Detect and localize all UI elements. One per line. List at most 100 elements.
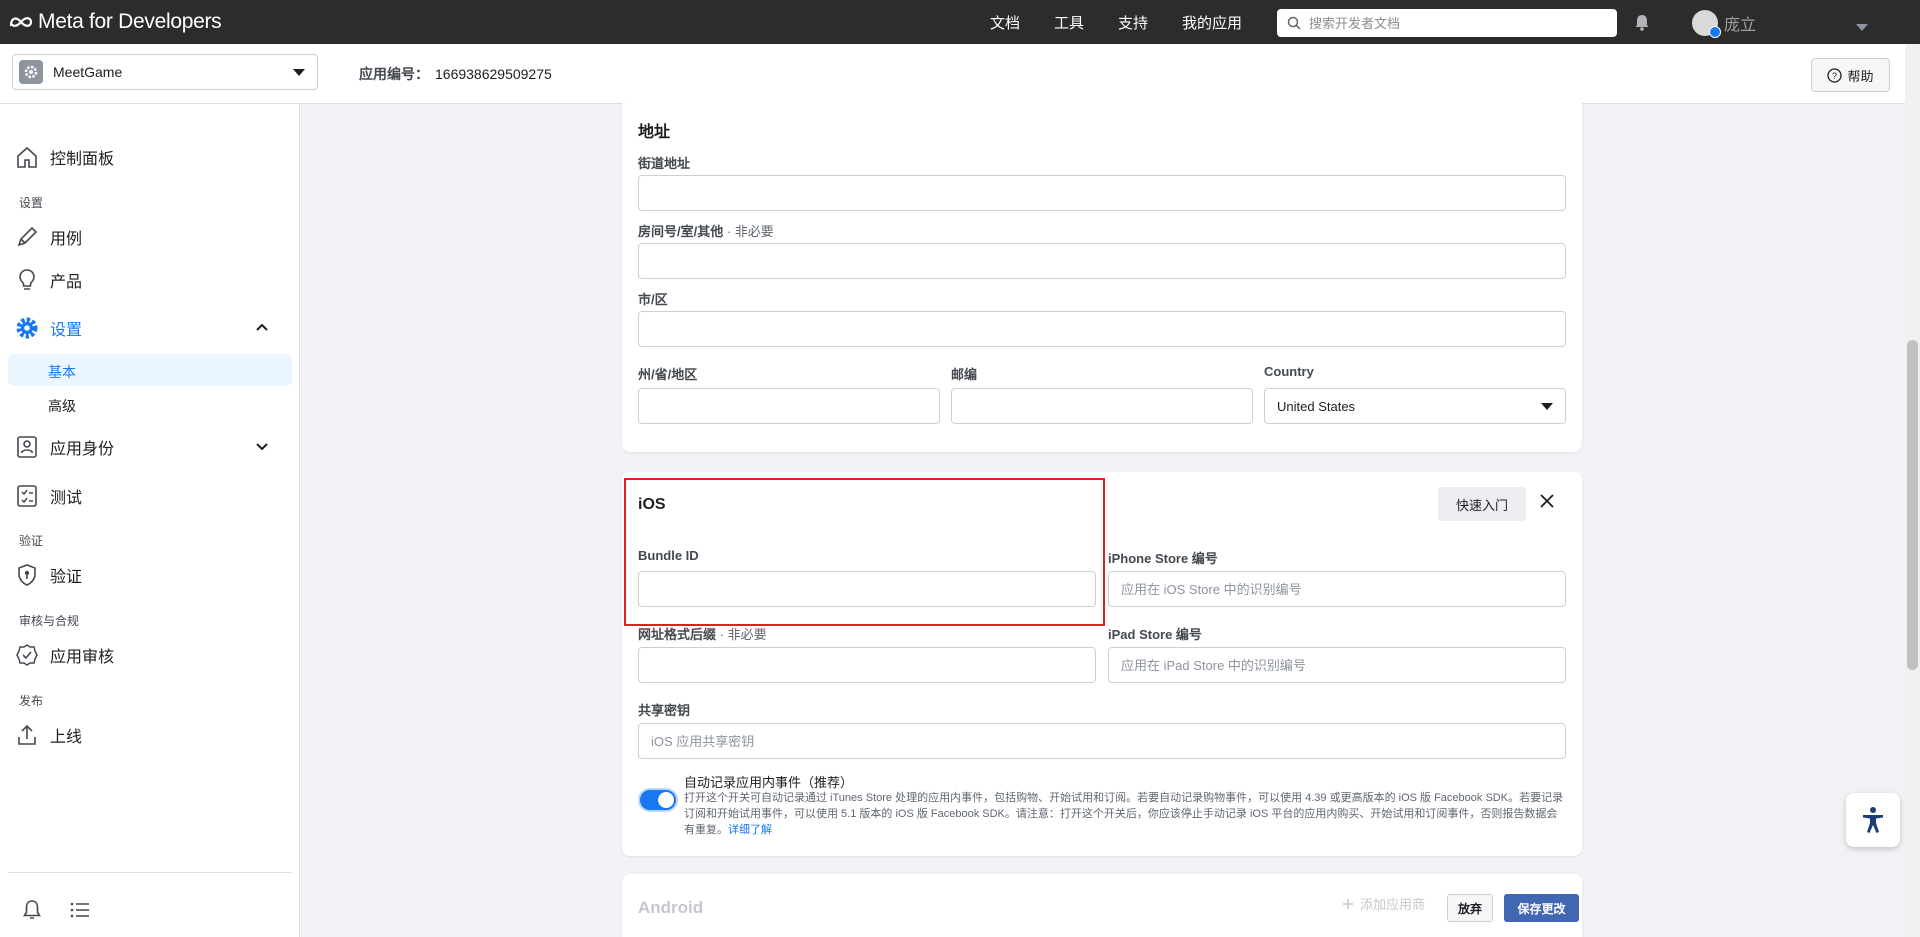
android-title: Android <box>638 898 704 917</box>
sidebar-subitem-basic[interactable]: 基本 <box>48 362 76 382</box>
city-label: 市/区 <box>638 292 668 307</box>
sidebar-item-label: 验证 <box>50 569 83 586</box>
optional-tag: · 非必要 <box>716 627 767 642</box>
optional-tag: · 非必要 <box>723 224 774 239</box>
sidebar-item-use-cases[interactable]: 用例 <box>14 224 82 250</box>
iphone-store-input[interactable] <box>1108 571 1566 607</box>
sidebar-item-verification[interactable]: 验证 <box>14 562 82 588</box>
accessibility-button[interactable] <box>1846 793 1900 847</box>
badge-check-icon <box>16 644 38 666</box>
help-label: 帮助 <box>1847 68 1874 84</box>
discard-button[interactable]: 放弃 <box>1447 894 1493 922</box>
help-icon: ? <box>1827 67 1843 83</box>
unit-input[interactable] <box>638 243 1566 279</box>
city-input[interactable] <box>638 311 1566 347</box>
ios-card: iOS 快速入门 Bundle ID iPhone Store 编号 网址格式后… <box>622 472 1582 856</box>
url-suffix-input[interactable] <box>638 647 1096 683</box>
user-menu[interactable]: 庞立 <box>1692 10 1757 38</box>
sidebar-item-label: 测试 <box>50 490 83 507</box>
sidebar-item-testing[interactable]: 测试 <box>14 483 82 509</box>
notification-bell[interactable] <box>1633 13 1651 34</box>
unit-label: 房间号/室/其他 · 非必要 <box>638 221 774 240</box>
app-id-label: 应用编号： <box>359 66 429 82</box>
auto-log-events-title: 自动记录应用内事件（推荐） <box>684 775 854 790</box>
description-text: 打开这个开关可自动记录通过 iTunes Store 处理的应用内事件，包括购物… <box>684 792 1564 836</box>
learn-more-link[interactable]: 详细了解 <box>728 824 772 836</box>
meta-infinity-icon <box>9 17 33 27</box>
section-verification-heading: 验证 <box>19 534 44 548</box>
help-button[interactable]: ? 帮助 <box>1811 58 1890 92</box>
sidebar-item-label: 应用身份 <box>50 441 115 458</box>
zip-input[interactable] <box>951 388 1253 424</box>
meta-logo[interactable]: Meta for Developers <box>8 10 222 34</box>
sidebar-item-app-roles[interactable]: 应用身份 <box>14 434 114 460</box>
avatar <box>1692 10 1721 38</box>
ipad-store-input[interactable] <box>1108 647 1566 683</box>
sidebar-list-button[interactable] <box>68 898 92 925</box>
app-gear-icon <box>19 60 43 84</box>
sidebar-item-go-live[interactable]: 上线 <box>14 722 82 748</box>
street-label: 街道地址 <box>638 156 691 171</box>
iphone-store-label: iPhone Store 编号 <box>1108 551 1218 566</box>
section-settings-heading: 设置 <box>19 196 44 210</box>
page-scrollbar[interactable] <box>1905 44 1920 937</box>
search-box <box>1277 9 1617 37</box>
nav-tools[interactable]: 工具 <box>1054 12 1084 33</box>
user-name: 庞立 <box>1724 17 1757 34</box>
sidebar-notifications-button[interactable] <box>20 898 44 925</box>
nav-docs[interactable]: 文档 <box>990 12 1020 33</box>
toggle-knob <box>658 792 674 808</box>
zip-label: 邮编 <box>951 367 978 382</box>
scrollbar-thumb[interactable] <box>1907 340 1918 670</box>
sidebar: 控制面板 设置 用例 产品 设置 基本 高级 应用身份 测试 验证 验证 审核与… <box>0 104 300 937</box>
sidebar-item-products[interactable]: 产品 <box>14 267 82 293</box>
top-navbar: Meta for Developers 文档 工具 支持 我的应用 庞立 <box>0 0 1920 44</box>
accessibility-icon <box>1863 807 1883 833</box>
sidebar-item-label: 上线 <box>50 729 83 746</box>
country-label: Country <box>1264 364 1314 379</box>
sidebar-item-settings[interactable]: 设置 <box>14 315 82 341</box>
auto-log-events-toggle[interactable] <box>638 788 678 812</box>
nav-my-apps[interactable]: 我的应用 <box>1182 12 1242 33</box>
nav-support[interactable]: 支持 <box>1118 12 1148 33</box>
url-suffix-label-text: 网址格式后缀 <box>638 627 717 642</box>
search-input[interactable] <box>1309 15 1599 31</box>
chevron-down-icon[interactable] <box>256 443 268 451</box>
sidebar-item-label: 控制面板 <box>50 151 115 168</box>
app-header-bar: MeetGame 应用编号： 166938629509275 ? 帮助 <box>0 44 1920 104</box>
sidebar-item-dashboard[interactable]: 控制面板 <box>14 144 114 170</box>
chevron-down-icon <box>293 69 305 76</box>
sidebar-item-app-review[interactable]: 应用审核 <box>14 642 114 668</box>
save-changes-button[interactable]: 保存更改 <box>1504 894 1579 922</box>
country-select[interactable]: United States <box>1264 388 1566 424</box>
unit-label-text: 房间号/室/其他 <box>638 224 724 239</box>
chevron-up-icon[interactable] <box>256 323 268 331</box>
url-suffix-label: 网址格式后缀 · 非必要 <box>638 624 767 643</box>
sidebar-subitem-advanced[interactable]: 高级 <box>48 396 76 416</box>
sidebar-divider <box>8 872 292 873</box>
quick-start-button[interactable]: 快速入门 <box>1438 487 1526 521</box>
app-selector[interactable]: MeetGame <box>12 54 318 90</box>
state-input[interactable] <box>638 388 940 424</box>
upload-icon <box>18 724 36 745</box>
user-menu-chevron-down-icon[interactable] <box>1856 18 1868 34</box>
ipad-store-label: iPad Store 编号 <box>1108 627 1202 642</box>
add-app-store-button[interactable]: 添加应用商 <box>1342 894 1425 913</box>
auto-log-events-description: 打开这个开关可自动记录通过 iTunes Store 处理的应用内事件，包括购物… <box>684 790 1564 838</box>
pencil-icon <box>17 226 38 247</box>
app-id-value: 166938629509275 <box>435 66 552 82</box>
close-icon[interactable] <box>1540 494 1554 508</box>
shared-secret-input[interactable] <box>638 723 1566 759</box>
bell-icon <box>23 900 41 919</box>
plus-icon <box>1343 898 1353 909</box>
address-title: 地址 <box>638 124 671 141</box>
app-id: 应用编号： 166938629509275 <box>359 64 552 84</box>
state-label: 州/省/地区 <box>638 367 698 382</box>
chevron-down-icon <box>1541 403 1553 410</box>
shared-secret-label: 共享密钥 <box>638 703 691 718</box>
facebook-badge-icon <box>1709 26 1721 38</box>
street-input[interactable] <box>638 175 1566 211</box>
checklist-icon <box>17 485 37 507</box>
section-review-heading: 审核与合规 <box>19 614 80 628</box>
bundle-id-input[interactable] <box>638 571 1096 607</box>
